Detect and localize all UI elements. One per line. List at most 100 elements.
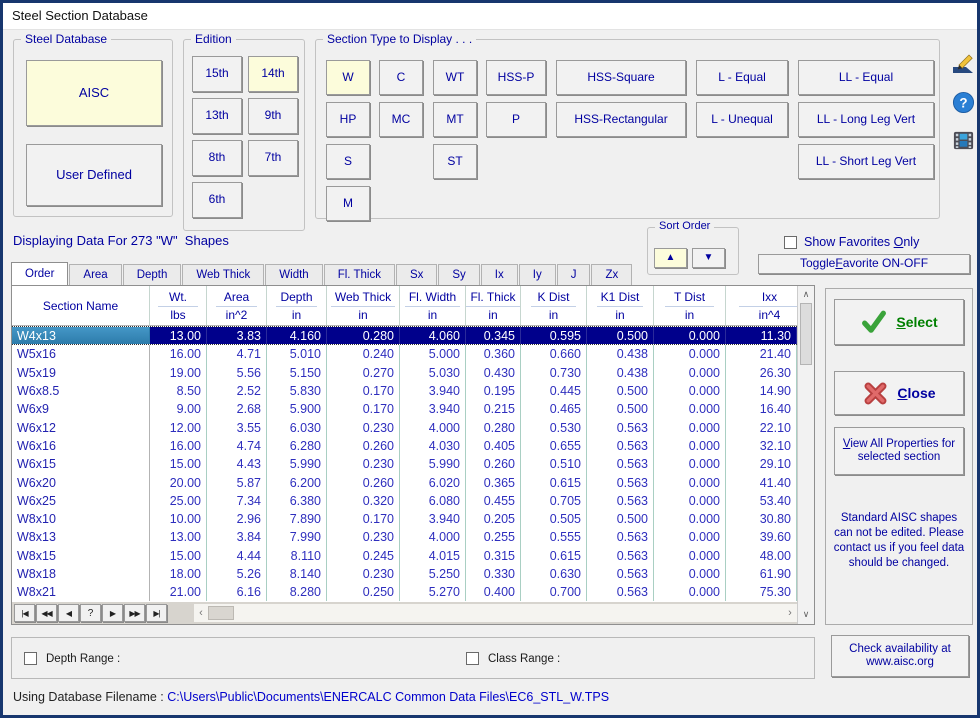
table-row-w6x8.5[interactable]: W6x8.5 8.50 2.52 5.830 0.170 3.940 0.195 0.445 0… xyxy=(12,381,797,401)
database-button-aisc[interactable]: AISC xyxy=(26,60,162,126)
section-type-button-c[interactable]: C xyxy=(379,60,423,95)
nav-prev-button[interactable]: ◀ xyxy=(58,604,79,622)
section-type-button-s[interactable]: S xyxy=(326,144,370,179)
check-availability-button[interactable]: Check availability at www.aisc.org xyxy=(831,635,969,677)
nav-last-button[interactable]: ▶| xyxy=(146,604,167,622)
nav-fast-forward-button[interactable]: ▶▶ xyxy=(124,604,145,622)
value-cell: 0.660 xyxy=(521,345,587,364)
section-type-button-hp[interactable]: HP xyxy=(326,102,370,137)
table-row-w6x15[interactable]: W6x15 15.00 4.43 5.990 0.230 5.990 0.260 0.510 0… xyxy=(12,455,797,474)
table-row-w5x19[interactable]: W5x19 19.00 5.56 5.150 0.270 5.030 0.430 0.730 0… xyxy=(12,363,797,382)
tab-sy[interactable]: Sy xyxy=(438,264,480,285)
section-name-cell: W8x13 xyxy=(12,528,150,547)
table-row-w6x12[interactable]: W6x12 12.00 3.55 6.030 0.230 4.000 0.280 0.530 0… xyxy=(12,418,797,437)
tab-width[interactable]: Width xyxy=(265,264,323,285)
value-cell: 0.500 xyxy=(587,400,654,419)
section-type-button-ll-equal[interactable]: LL - Equal xyxy=(798,60,934,95)
tab-order[interactable]: Order xyxy=(11,262,69,285)
edit-icon[interactable] xyxy=(950,51,976,77)
tab-area[interactable]: Area xyxy=(69,264,122,285)
value-cell: 32.10 xyxy=(726,436,797,456)
database-button-user-defined[interactable]: User Defined xyxy=(26,144,162,206)
section-type-button-mc[interactable]: MC xyxy=(379,102,423,137)
value-cell: 75.30 xyxy=(726,583,797,602)
value-cell: 0.563 xyxy=(587,583,654,602)
table-row-w6x25[interactable]: W6x25 25.00 7.34 6.380 0.320 6.080 0.455 0.705 0… xyxy=(12,491,797,510)
scroll-down-icon[interactable]: ∨ xyxy=(798,606,814,622)
section-type-button-st[interactable]: ST xyxy=(433,144,477,179)
edition-button-8th[interactable]: 8th xyxy=(192,140,242,176)
nav-first-button[interactable]: |◀ xyxy=(14,604,35,622)
tab-web-thick[interactable]: Web Thick xyxy=(182,264,265,285)
tab-zx[interactable]: Zx xyxy=(591,264,633,285)
value-cell: 0.365 xyxy=(466,473,521,492)
tab-sx[interactable]: Sx xyxy=(395,264,438,285)
section-type-button-hss-square[interactable]: HSS-Square xyxy=(556,60,686,95)
tab-fl-thick[interactable]: Fl. Thick xyxy=(323,264,395,285)
tab-iy[interactable]: Iy xyxy=(518,264,556,285)
edition-button-6th[interactable]: 6th xyxy=(192,182,242,218)
class-range-checkbox[interactable] xyxy=(466,652,479,665)
table-row-w6x9[interactable]: W6x9 9.00 2.68 5.900 0.170 3.940 0.215 0.465 0.5… xyxy=(12,400,797,419)
value-cell: 5.990 xyxy=(400,455,466,474)
section-type-button-ll-short-leg-vert[interactable]: LL - Short Leg Vert xyxy=(798,144,934,179)
section-type-button-hss-p[interactable]: HSS-P xyxy=(486,60,546,95)
aisc-notice-text: Standard AISC shapes can not be edited. … xyxy=(833,512,965,569)
vertical-scrollbar[interactable]: ∧ ∨ xyxy=(797,286,814,624)
table-row-w4x13[interactable]: W4x13 13.00 3.83 4.160 0.280 4.060 0.345 0.595 0… xyxy=(12,326,797,346)
scroll-left-icon[interactable]: ‹ xyxy=(194,607,208,619)
value-cell: 0.270 xyxy=(327,363,400,382)
section-type-button-hss-rectangular[interactable]: HSS-Rectangular xyxy=(556,102,686,137)
svg-text:?: ? xyxy=(959,95,967,110)
horizontal-scroll-thumb[interactable] xyxy=(208,606,234,620)
section-type-button-p[interactable]: P xyxy=(486,102,546,137)
edition-button-13th[interactable]: 13th xyxy=(192,98,242,134)
edition-button-14th[interactable]: 14th xyxy=(248,56,298,92)
view-all-properties-button[interactable]: View All Properties for selected section xyxy=(834,427,964,475)
table-row-w8x10[interactable]: W8x10 10.00 2.96 7.890 0.170 3.940 0.205 0.505 0… xyxy=(12,509,797,529)
section-type-button-l-unequal[interactable]: L - Unequal xyxy=(696,102,788,137)
table-row-w6x20[interactable]: W6x20 20.00 5.87 6.200 0.260 6.020 0.365 0.615 0… xyxy=(12,473,797,492)
section-type-button-mt[interactable]: MT xyxy=(433,102,477,137)
value-cell: 0.195 xyxy=(466,381,521,401)
nav-next-button[interactable]: ▶ xyxy=(102,604,123,622)
tab-ix[interactable]: Ix xyxy=(480,264,518,285)
close-button-label: Close xyxy=(897,384,936,401)
database-icon[interactable] xyxy=(950,127,976,153)
show-favorites-checkbox[interactable] xyxy=(784,236,797,249)
value-cell: 0.500 xyxy=(587,381,654,401)
value-cell: 0.563 xyxy=(587,528,654,547)
edition-button-9th[interactable]: 9th xyxy=(248,98,298,134)
value-cell: 0.000 xyxy=(654,564,726,584)
section-type-button-w[interactable]: W xyxy=(326,60,370,95)
close-button[interactable]: Close xyxy=(834,371,964,415)
scroll-right-icon[interactable]: › xyxy=(783,607,797,619)
value-cell: 0.250 xyxy=(327,583,400,602)
section-name-cell: W6x8.5 xyxy=(12,381,150,401)
tab-j[interactable]: J xyxy=(556,264,591,285)
nav-fast-back-button[interactable]: ◀◀ xyxy=(36,604,57,622)
table-row-w8x21[interactable]: W8x21 21.00 6.16 8.280 0.250 5.270 0.400 0.700 0… xyxy=(12,583,797,602)
select-button[interactable]: Select xyxy=(834,299,964,345)
horizontal-scrollbar[interactable]: ‹ › xyxy=(194,604,797,622)
value-cell: 0.215 xyxy=(466,400,521,419)
tab-depth[interactable]: Depth xyxy=(122,264,182,285)
table-row-w6x16[interactable]: W6x16 16.00 4.74 6.280 0.260 4.030 0.405 0.655 0… xyxy=(12,436,797,456)
depth-range-checkbox[interactable] xyxy=(24,652,37,665)
edition-button-7th[interactable]: 7th xyxy=(248,140,298,176)
nav-locate-button[interactable]: ? xyxy=(80,604,101,622)
table-row-w8x15[interactable]: W8x15 15.00 4.44 8.110 0.245 4.015 0.315 0.615 0… xyxy=(12,546,797,565)
help-icon[interactable]: ? xyxy=(950,89,976,115)
table-row-w8x18[interactable]: W8x18 18.00 5.26 8.140 0.230 5.250 0.330 0.630 0… xyxy=(12,564,797,584)
section-type-button-m[interactable]: M xyxy=(326,186,370,221)
table-row-w5x16[interactable]: W5x16 16.00 4.71 5.010 0.240 5.000 0.360 0.660 0… xyxy=(12,345,797,364)
section-type-button-wt[interactable]: WT xyxy=(433,60,477,95)
section-type-button-l-equal[interactable]: L - Equal xyxy=(696,60,788,95)
value-cell: 0.230 xyxy=(327,528,400,547)
section-type-button-ll-long-leg-vert[interactable]: LL - Long Leg Vert xyxy=(798,102,934,137)
table-row-w8x13[interactable]: W8x13 13.00 3.84 7.990 0.230 4.000 0.255 0.555 0… xyxy=(12,528,797,547)
edition-button-15th[interactable]: 15th xyxy=(192,56,242,92)
vertical-scroll-thumb[interactable] xyxy=(800,303,812,365)
value-cell: 8.140 xyxy=(267,564,327,584)
scroll-up-icon[interactable]: ∧ xyxy=(798,286,814,302)
